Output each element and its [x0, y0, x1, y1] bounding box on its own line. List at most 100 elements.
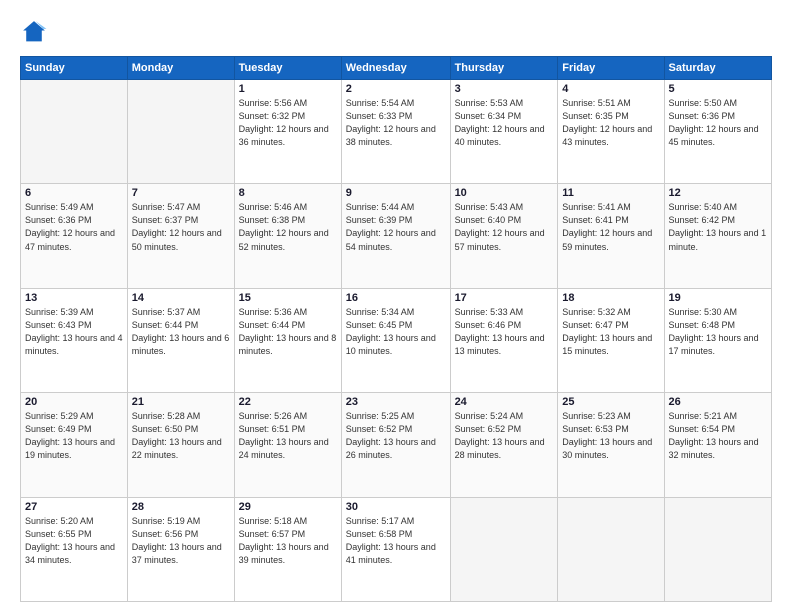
day-number: 11: [562, 187, 659, 199]
calendar-table: SundayMondayTuesdayWednesdayThursdayFrid…: [20, 56, 772, 602]
header: [20, 18, 772, 46]
day-number: 24: [455, 396, 554, 408]
weekday-header-wednesday: Wednesday: [341, 57, 450, 80]
day-detail: Sunrise: 5:21 AMSunset: 6:54 PMDaylight:…: [669, 410, 767, 462]
calendar-cell: 2Sunrise: 5:54 AMSunset: 6:33 PMDaylight…: [341, 80, 450, 184]
calendar-cell: 1 Sunrise: 5:56 AMSunset: 6:32 PMDaylight…: [234, 80, 341, 184]
calendar-cell: 16Sunrise: 5:34 AMSunset: 6:45 PMDayligh…: [341, 288, 450, 392]
day-detail: Sunrise: 5:30 AMSunset: 6:48 PMDaylight:…: [669, 306, 767, 358]
day-detail: Sunrise: 5:56 AMSunset: 6:32 PMDaylight:…: [239, 97, 337, 149]
day-number: 25: [562, 396, 659, 408]
calendar-cell: 20 Sunrise: 5:29 AMSunset: 6:49 PMDayligh…: [21, 393, 128, 497]
week-row-4: 20 Sunrise: 5:29 AMSunset: 6:49 PMDayligh…: [21, 393, 772, 497]
day-number: 6: [25, 187, 123, 199]
day-detail: Sunrise: 5:24 AMSunset: 6:52 PMDaylight:…: [455, 410, 554, 462]
calendar-cell: 19 Sunrise: 5:30 AMSunset: 6:48 PMDayligh…: [664, 288, 771, 392]
calendar-cell: 23 Sunrise: 5:25 AMSunset: 6:52 PMDayligh…: [341, 393, 450, 497]
calendar-cell: [558, 497, 664, 601]
calendar-cell: 10 Sunrise: 5:43 AMSunset: 6:40 PMDayligh…: [450, 184, 558, 288]
day-number: 10: [455, 187, 554, 199]
day-detail: Sunrise: 5:28 AMSunset: 6:50 PMDaylight:…: [132, 410, 230, 462]
calendar-cell: 26 Sunrise: 5:21 AMSunset: 6:54 PMDayligh…: [664, 393, 771, 497]
weekday-header-sunday: Sunday: [21, 57, 128, 80]
day-detail: Sunrise: 5:47 AMSunset: 6:37 PMDaylight:…: [132, 201, 230, 253]
day-number: 26: [669, 396, 767, 408]
day-number: 22: [239, 396, 337, 408]
calendar-cell: 7 Sunrise: 5:47 AMSunset: 6:37 PMDaylight…: [127, 184, 234, 288]
day-number: 8: [239, 187, 337, 199]
logo-icon: [20, 18, 48, 46]
day-detail: Sunrise: 5:43 AMSunset: 6:40 PMDaylight:…: [455, 201, 554, 253]
day-detail: Sunrise: 5:50 AMSunset: 6:36 PMDaylight:…: [669, 97, 767, 149]
day-detail: Sunrise: 5:32 AMSunset: 6:47 PMDaylight:…: [562, 306, 659, 358]
weekday-header-row: SundayMondayTuesdayWednesdayThursdayFrid…: [21, 57, 772, 80]
day-detail: Sunrise: 5:46 AMSunset: 6:38 PMDaylight:…: [239, 201, 337, 253]
calendar-cell: 17 Sunrise: 5:33 AMSunset: 6:46 PMDayligh…: [450, 288, 558, 392]
weekday-header-tuesday: Tuesday: [234, 57, 341, 80]
day-detail: Sunrise: 5:41 AMSunset: 6:41 PMDaylight:…: [562, 201, 659, 253]
day-number: 29: [239, 501, 337, 513]
weekday-header-friday: Friday: [558, 57, 664, 80]
day-number: 5: [669, 83, 767, 95]
calendar-cell: 25 Sunrise: 5:23 AMSunset: 6:53 PMDayligh…: [558, 393, 664, 497]
day-detail: Sunrise: 5:25 AMSunset: 6:52 PMDaylight:…: [346, 410, 446, 462]
day-detail: Sunrise: 5:23 AMSunset: 6:53 PMDaylight:…: [562, 410, 659, 462]
day-number: 3: [455, 83, 554, 95]
calendar-cell: 11 Sunrise: 5:41 AMSunset: 6:41 PMDayligh…: [558, 184, 664, 288]
day-number: 9: [346, 187, 446, 199]
day-number: 1: [239, 83, 337, 95]
day-number: 30: [346, 501, 446, 513]
calendar-cell: 3 Sunrise: 5:53 AMSunset: 6:34 PMDaylight…: [450, 80, 558, 184]
calendar-cell: 6 Sunrise: 5:49 AMSunset: 6:36 PMDaylight…: [21, 184, 128, 288]
day-number: 7: [132, 187, 230, 199]
calendar-cell: 15 Sunrise: 5:36 AMSunset: 6:44 PMDayligh…: [234, 288, 341, 392]
calendar-cell: 27 Sunrise: 5:20 AMSunset: 6:55 PMDayligh…: [21, 497, 128, 601]
logo: [20, 18, 52, 46]
day-number: 4: [562, 83, 659, 95]
calendar-cell: 13Sunrise: 5:39 AMSunset: 6:43 PMDayligh…: [21, 288, 128, 392]
calendar-cell: 8 Sunrise: 5:46 AMSunset: 6:38 PMDaylight…: [234, 184, 341, 288]
day-detail: Sunrise: 5:29 AMSunset: 6:49 PMDaylight:…: [25, 410, 123, 462]
weekday-header-monday: Monday: [127, 57, 234, 80]
week-row-5: 27 Sunrise: 5:20 AMSunset: 6:55 PMDayligh…: [21, 497, 772, 601]
day-detail: Sunrise: 5:51 AMSunset: 6:35 PMDaylight:…: [562, 97, 659, 149]
calendar-cell: 5 Sunrise: 5:50 AMSunset: 6:36 PMDaylight…: [664, 80, 771, 184]
week-row-3: 13Sunrise: 5:39 AMSunset: 6:43 PMDayligh…: [21, 288, 772, 392]
day-detail: Sunrise: 5:53 AMSunset: 6:34 PMDaylight:…: [455, 97, 554, 149]
day-detail: Sunrise: 5:54 AMSunset: 6:33 PMDaylight:…: [346, 97, 446, 149]
day-number: 28: [132, 501, 230, 513]
day-detail: Sunrise: 5:33 AMSunset: 6:46 PMDaylight:…: [455, 306, 554, 358]
calendar-cell: [450, 497, 558, 601]
calendar-cell: 14 Sunrise: 5:37 AMSunset: 6:44 PMDayligh…: [127, 288, 234, 392]
day-number: 17: [455, 292, 554, 304]
day-detail: Sunrise: 5:36 AMSunset: 6:44 PMDaylight:…: [239, 306, 337, 358]
calendar-page: SundayMondayTuesdayWednesdayThursdayFrid…: [0, 0, 792, 612]
day-number: 12: [669, 187, 767, 199]
day-detail: Sunrise: 5:40 AMSunset: 6:42 PMDaylight:…: [669, 201, 767, 253]
calendar-cell: 21 Sunrise: 5:28 AMSunset: 6:50 PMDayligh…: [127, 393, 234, 497]
calendar-cell: 9Sunrise: 5:44 AMSunset: 6:39 PMDaylight…: [341, 184, 450, 288]
day-detail: Sunrise: 5:19 AMSunset: 6:56 PMDaylight:…: [132, 515, 230, 567]
day-number: 15: [239, 292, 337, 304]
day-number: 20: [25, 396, 123, 408]
calendar-cell: 28 Sunrise: 5:19 AMSunset: 6:56 PMDayligh…: [127, 497, 234, 601]
calendar-cell: 30 Sunrise: 5:17 AMSunset: 6:58 PMDayligh…: [341, 497, 450, 601]
calendar-cell: 22 Sunrise: 5:26 AMSunset: 6:51 PMDayligh…: [234, 393, 341, 497]
day-number: 19: [669, 292, 767, 304]
day-detail: Sunrise: 5:20 AMSunset: 6:55 PMDaylight:…: [25, 515, 123, 567]
calendar-cell: [127, 80, 234, 184]
week-row-2: 6 Sunrise: 5:49 AMSunset: 6:36 PMDaylight…: [21, 184, 772, 288]
day-detail: Sunrise: 5:39 AMSunset: 6:43 PMDaylight:…: [25, 306, 123, 358]
day-detail: Sunrise: 5:37 AMSunset: 6:44 PMDaylight:…: [132, 306, 230, 358]
day-number: 23: [346, 396, 446, 408]
day-number: 21: [132, 396, 230, 408]
day-number: 27: [25, 501, 123, 513]
day-detail: Sunrise: 5:49 AMSunset: 6:36 PMDaylight:…: [25, 201, 123, 253]
calendar-cell: [664, 497, 771, 601]
weekday-header-thursday: Thursday: [450, 57, 558, 80]
day-detail: Sunrise: 5:26 AMSunset: 6:51 PMDaylight:…: [239, 410, 337, 462]
day-detail: Sunrise: 5:18 AMSunset: 6:57 PMDaylight:…: [239, 515, 337, 567]
day-detail: Sunrise: 5:17 AMSunset: 6:58 PMDaylight:…: [346, 515, 446, 567]
day-number: 14: [132, 292, 230, 304]
calendar-cell: [21, 80, 128, 184]
